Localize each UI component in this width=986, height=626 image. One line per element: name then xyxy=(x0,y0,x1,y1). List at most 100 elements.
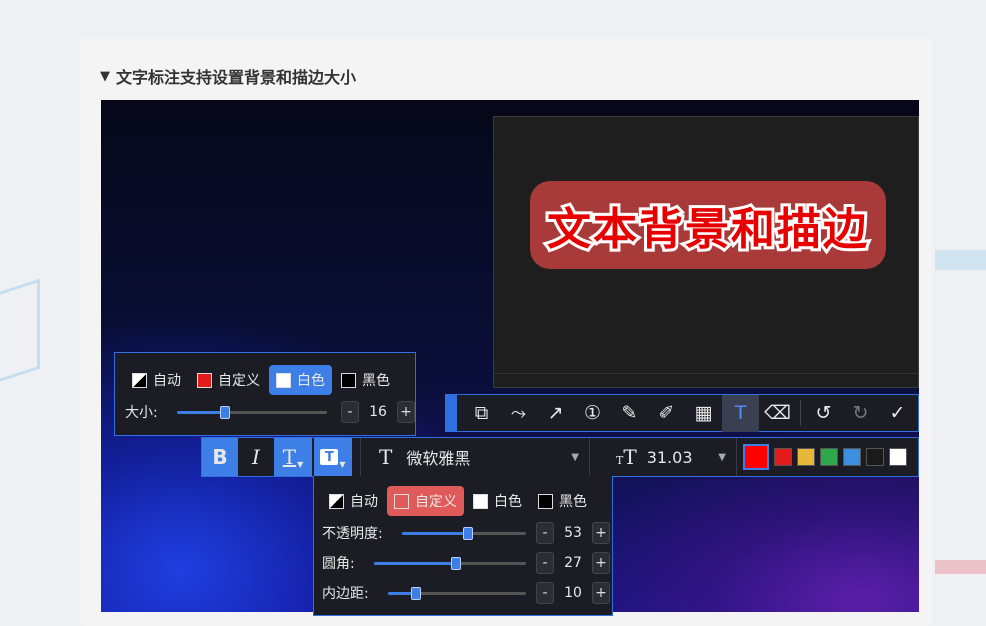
padding-value[interactable]: 10 xyxy=(560,585,586,601)
padding-increase-button[interactable]: + xyxy=(592,582,610,604)
text-background-button[interactable]: T ▼ xyxy=(314,438,352,476)
font-size-select[interactable]: TT 31.03 ▼ xyxy=(590,445,736,469)
chevron-down-icon: ▼ xyxy=(339,459,346,469)
slider-handle[interactable] xyxy=(451,556,462,570)
background-color-option-label: 自动 xyxy=(350,494,378,510)
background-color-option[interactable]: 白色 xyxy=(466,486,529,516)
background-color-option-label: 黑色 xyxy=(559,494,587,510)
background-color-option-label: 白色 xyxy=(494,494,522,510)
radius-decrease-button[interactable]: - xyxy=(536,552,554,574)
stroke-color-option-label: 黑色 xyxy=(362,373,390,389)
stroke-size-decrease-button[interactable]: - xyxy=(341,401,359,423)
slider-handle[interactable] xyxy=(462,526,473,540)
color-swatch xyxy=(329,493,344,509)
background-settings-panel: 自动 自定义 白色 黑色 不透明度: - 53 + 圆角: - 27 + 内边距: -… xyxy=(313,476,613,616)
color-swatch xyxy=(276,372,291,388)
stroke-color-option[interactable]: 白色 xyxy=(269,365,332,395)
stroke-color-option-label: 白色 xyxy=(297,373,325,389)
stroke-color-option[interactable]: 黑色 xyxy=(334,365,397,395)
palette-color-swatch[interactable] xyxy=(889,448,907,466)
italic-label: I xyxy=(252,445,260,469)
stroke-size-row: 大小: - 16 + xyxy=(125,401,415,423)
color-swatch xyxy=(197,372,212,388)
confirm-icon[interactable]: ✓ xyxy=(879,395,916,432)
opacity-row: 不透明度: - 53 + xyxy=(322,522,612,544)
background-color-option[interactable]: 黑色 xyxy=(531,486,594,516)
background-color-option[interactable]: 自动 xyxy=(322,486,385,516)
palette-color-swatch[interactable] xyxy=(797,448,815,466)
number-marker-icon[interactable]: ① xyxy=(574,395,611,432)
arrow-tool-icon[interactable]: ↗ xyxy=(537,395,574,432)
text-stroke-button[interactable]: T ▼ xyxy=(274,438,312,476)
highlighter-icon[interactable]: ✐ xyxy=(648,395,685,432)
curve-tool-icon[interactable]: ⤳ xyxy=(500,395,537,432)
stroke-color-option[interactable]: 自定义 xyxy=(190,365,267,395)
preview-window: 文本背景和描边 xyxy=(493,116,919,388)
radius-value[interactable]: 27 xyxy=(560,555,586,571)
italic-button[interactable]: I xyxy=(238,438,274,476)
slider-handle[interactable] xyxy=(220,405,230,419)
radius-increase-button[interactable]: + xyxy=(592,552,610,574)
color-palette xyxy=(737,444,907,470)
stroke-size-value[interactable]: 16 xyxy=(365,404,391,420)
opacity-decrease-button[interactable]: - xyxy=(536,522,554,544)
stroke-size-increase-button[interactable]: + xyxy=(397,401,415,423)
opacity-increase-button[interactable]: + xyxy=(592,522,610,544)
color-swatch xyxy=(132,372,147,388)
pencil-icon[interactable]: ✎ xyxy=(611,395,648,432)
padding-label: 内边距: xyxy=(322,586,369,602)
undo-icon[interactable]: ↺ xyxy=(805,395,842,432)
section-header[interactable]: ▼ 文字标注支持设置背景和描边大小 xyxy=(100,64,356,88)
background-color-options: 自动 自定义 白色 黑色 xyxy=(322,486,612,516)
text-tool-icon[interactable]: T xyxy=(722,394,759,432)
shape-tool-icon[interactable]: ⧉ xyxy=(463,395,500,432)
slider-handle[interactable] xyxy=(410,586,421,600)
text-format-bar: B I T ▼ T ▼ T 微软雅黑 ▼ TT 31.03 ▼ xyxy=(201,437,919,477)
opacity-label: 不透明度: xyxy=(322,526,383,542)
background-decoration xyxy=(935,250,986,270)
font-size-icon: TT xyxy=(616,445,637,469)
color-swatch xyxy=(341,372,356,388)
palette-color-swatch[interactable] xyxy=(866,448,884,466)
current-color-swatch[interactable] xyxy=(743,444,769,470)
chevron-down-icon: ▼ xyxy=(297,459,304,469)
stroke-settings-panel: 自动 自定义 白色 黑色 大小: - 16 + xyxy=(114,352,416,436)
opacity-slider[interactable] xyxy=(402,526,526,540)
color-swatch xyxy=(538,493,553,509)
padding-slider[interactable] xyxy=(388,586,526,600)
color-swatch xyxy=(394,493,409,509)
stroke-size-label: 大小: xyxy=(125,405,158,421)
palette-color-swatch[interactable] xyxy=(820,448,838,466)
background-color-option[interactable]: 自定义 xyxy=(387,486,464,516)
font-size-value: 31.03 xyxy=(646,447,693,467)
mosaic-icon[interactable]: ▦ xyxy=(685,395,722,432)
eraser-icon[interactable]: ⌫ xyxy=(759,395,796,432)
annotation-toolbar: ⧉ ⤳ ↗ ① ✎ ✐ ▦ T ⌫ ↺ ↻ ✓ xyxy=(445,394,919,432)
stroke-size-slider[interactable] xyxy=(177,405,327,419)
font-family-value: 微软雅黑 xyxy=(406,449,471,468)
opacity-value[interactable]: 53 xyxy=(560,525,586,541)
padding-decrease-button[interactable]: - xyxy=(536,582,554,604)
color-swatch xyxy=(473,493,488,509)
font-family-select[interactable]: T 微软雅黑 ▼ xyxy=(361,445,589,469)
background-decoration xyxy=(935,560,986,574)
radius-slider[interactable] xyxy=(374,556,526,570)
collapse-toggle-icon[interactable]: ▼ xyxy=(100,69,110,84)
section-title: 文字标注支持设置背景和描边大小 xyxy=(116,68,357,87)
palette-color-swatch[interactable] xyxy=(774,448,792,466)
bold-button[interactable]: B xyxy=(202,438,238,476)
stroke-color-option[interactable]: 自动 xyxy=(125,365,188,395)
radius-label: 圆角: xyxy=(322,556,355,572)
font-icon: T xyxy=(379,445,393,469)
bold-label: B xyxy=(212,445,228,469)
palette-color-swatch[interactable] xyxy=(843,448,861,466)
background-color-option-label: 自定义 xyxy=(415,494,457,510)
stroke-color-option-label: 自动 xyxy=(153,373,181,389)
text-stroke-icon: T xyxy=(282,445,297,469)
radius-row: 圆角: - 27 + xyxy=(322,552,612,574)
chevron-down-icon: ▼ xyxy=(571,451,579,463)
annotated-text-sample: 文本背景和描边 xyxy=(530,181,886,269)
redo-icon[interactable]: ↻ xyxy=(842,395,879,432)
stroke-color-option-label: 自定义 xyxy=(218,373,260,389)
padding-row: 内边距: - 10 + xyxy=(322,582,612,604)
